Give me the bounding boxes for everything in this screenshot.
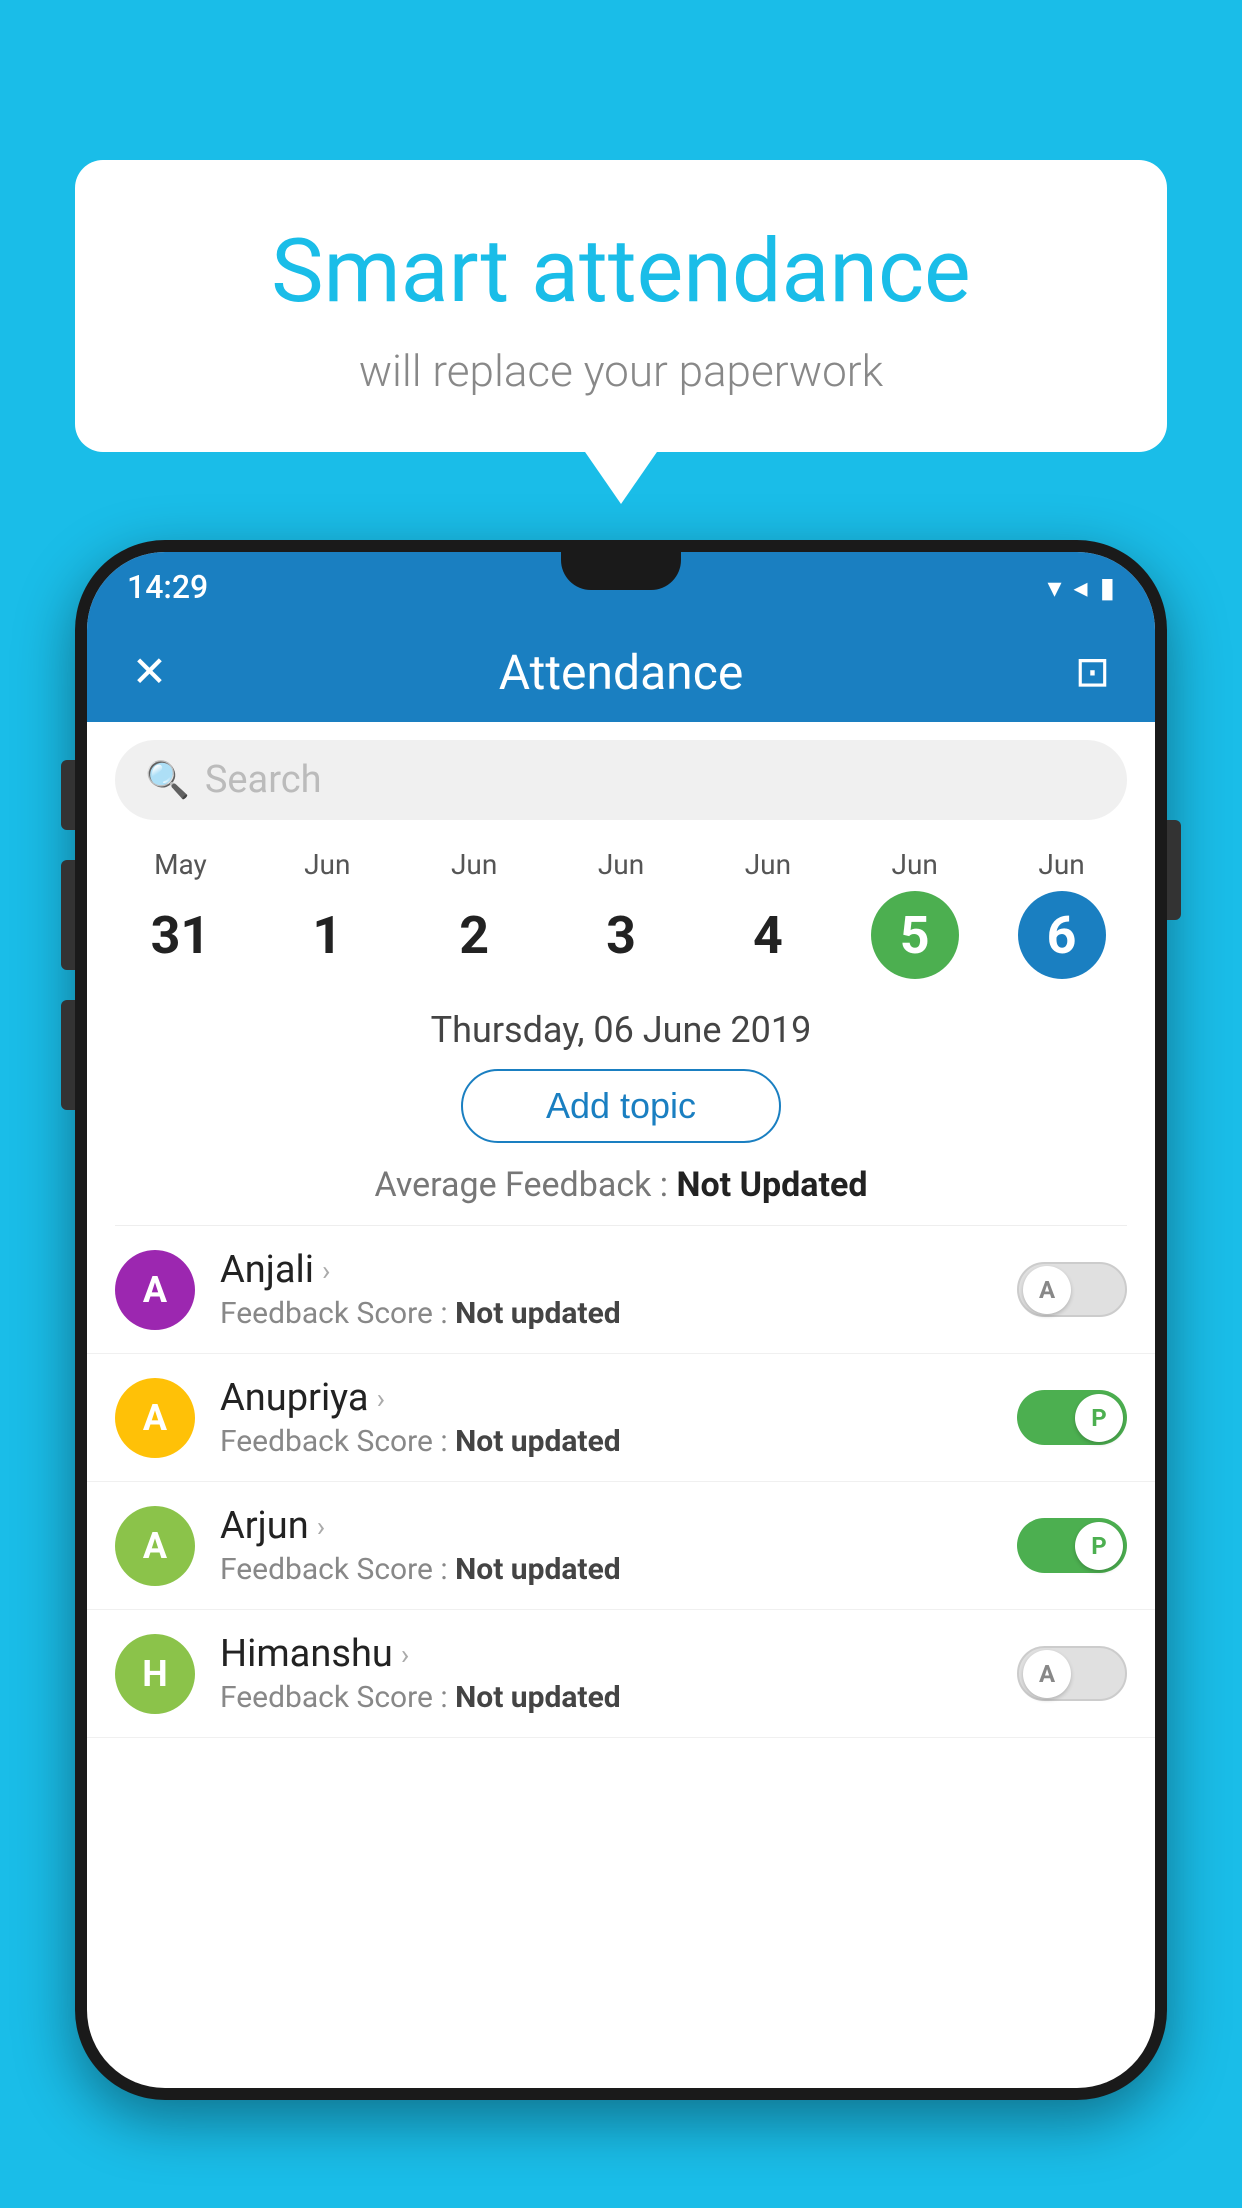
student-feedback: Feedback Score : Not updated [220, 1680, 1017, 1715]
phone-container: 14:29 ▾ ◂ ▮ ✕ Attendance ⊡ 🔍 Search [75, 540, 1167, 2208]
cal-date-1[interactable]: 1 [283, 891, 371, 979]
side-button-power [1167, 820, 1181, 920]
phone-screen: 14:29 ▾ ◂ ▮ ✕ Attendance ⊡ 🔍 Search [87, 552, 1155, 2088]
attendance-toggle[interactable]: P [1017, 1518, 1127, 1573]
phone-outer: 14:29 ▾ ◂ ▮ ✕ Attendance ⊡ 🔍 Search [75, 540, 1167, 2100]
student-name: Anjali › [220, 1248, 1017, 1292]
student-feedback: Feedback Score : Not updated [220, 1552, 1017, 1587]
chevron-right-icon: › [401, 1638, 409, 1671]
cal-date-2[interactable]: 2 [430, 891, 518, 979]
cal-month-2: Jun [451, 848, 497, 881]
speech-bubble-subtitle: will replace your paperwork [135, 345, 1107, 397]
avg-feedback: Average Feedback : Not Updated [87, 1165, 1155, 1205]
student-feedback: Feedback Score : Not updated [220, 1424, 1017, 1459]
cal-month-1: Jun [304, 848, 350, 881]
student-item[interactable]: H Himanshu › Feedback Score : Not updatedA [87, 1610, 1155, 1738]
side-button-left-1 [61, 760, 75, 830]
calendar-day-3[interactable]: Jun 3 [548, 838, 695, 989]
attendance-toggle[interactable]: P [1017, 1390, 1127, 1445]
avatar: A [115, 1506, 195, 1586]
speech-bubble: Smart attendance will replace your paper… [75, 160, 1167, 452]
cal-date-0[interactable]: 31 [136, 891, 224, 979]
phone-notch [561, 552, 681, 590]
calendar-day-1[interactable]: Jun 1 [254, 838, 401, 989]
toggle-knob: A [1023, 1650, 1071, 1698]
avg-feedback-label: Average Feedback : [375, 1165, 669, 1205]
add-topic-button[interactable]: Add topic [461, 1069, 781, 1143]
calendar-icon[interactable]: ⊡ [1065, 647, 1120, 697]
chevron-right-icon: › [317, 1510, 325, 1543]
avatar: H [115, 1634, 195, 1714]
calendar-day-4[interactable]: Jun 4 [694, 838, 841, 989]
avatar: A [115, 1378, 195, 1458]
status-time: 14:29 [127, 568, 208, 606]
side-button-left-2 [61, 860, 75, 970]
speech-bubble-container: Smart attendance will replace your paper… [75, 160, 1167, 452]
student-name: Anupriya › [220, 1376, 1017, 1420]
search-placeholder: Search [205, 758, 322, 802]
status-icons: ▾ ◂ ▮ [1047, 571, 1115, 604]
cal-date-5[interactable]: 5 [871, 891, 959, 979]
calendar-day-5[interactable]: Jun 5 [841, 838, 988, 989]
attendance-toggle[interactable]: A [1017, 1646, 1127, 1701]
wifi-icon: ▾ [1047, 571, 1061, 604]
student-feedback: Feedback Score : Not updated [220, 1296, 1017, 1331]
battery-icon: ▮ [1100, 571, 1115, 604]
student-name: Arjun › [220, 1504, 1017, 1548]
calendar-day-0[interactable]: May 31 [107, 838, 254, 989]
cal-month-6: Jun [1038, 848, 1084, 881]
close-icon[interactable]: ✕ [122, 647, 177, 697]
chevron-right-icon: › [377, 1382, 385, 1415]
selected-date-label: Thursday, 06 June 2019 [87, 1009, 1155, 1051]
calendar-day-2[interactable]: Jun 2 [401, 838, 548, 989]
calendar-day-6[interactable]: Jun 6 [988, 838, 1135, 989]
cal-month-4: Jun [745, 848, 791, 881]
cal-month-3: Jun [598, 848, 644, 881]
side-button-left-3 [61, 1000, 75, 1110]
attendance-toggle[interactable]: A [1017, 1262, 1127, 1317]
chevron-right-icon: › [322, 1254, 330, 1287]
cal-month-0: May [154, 848, 207, 881]
toggle-knob: A [1023, 1266, 1071, 1314]
student-item[interactable]: AAnjali ›Feedback Score : Not updatedA [87, 1226, 1155, 1354]
search-icon: 🔍 [145, 759, 190, 801]
app-bar: ✕ Attendance ⊡ [87, 622, 1155, 722]
cal-date-3[interactable]: 3 [577, 891, 665, 979]
signal-icon: ◂ [1074, 571, 1088, 604]
student-item[interactable]: A Anupriya › Feedback Score : Not updated P [87, 1354, 1155, 1482]
speech-bubble-title: Smart attendance [135, 220, 1107, 323]
avg-feedback-value: Not Updated [676, 1165, 867, 1205]
search-bar[interactable]: 🔍 Search [115, 740, 1127, 820]
calendar-strip: May 31 Jun 1 Jun 2 Jun 3 Jun 4 Jun 5 Jun 6 [87, 838, 1155, 989]
student-list: AAnjali ›Feedback Score : Not updatedAAA… [87, 1226, 1155, 1738]
cal-month-5: Jun [892, 848, 938, 881]
cal-date-4[interactable]: 4 [724, 891, 812, 979]
toggle-knob: P [1075, 1394, 1123, 1442]
toggle-knob: P [1075, 1522, 1123, 1570]
app-bar-title: Attendance [207, 644, 1035, 701]
cal-date-6[interactable]: 6 [1018, 891, 1106, 979]
student-item[interactable]: A Arjun › Feedback Score : Not updated P [87, 1482, 1155, 1610]
avatar: A [115, 1250, 195, 1330]
student-name: Himanshu › [220, 1632, 1017, 1676]
